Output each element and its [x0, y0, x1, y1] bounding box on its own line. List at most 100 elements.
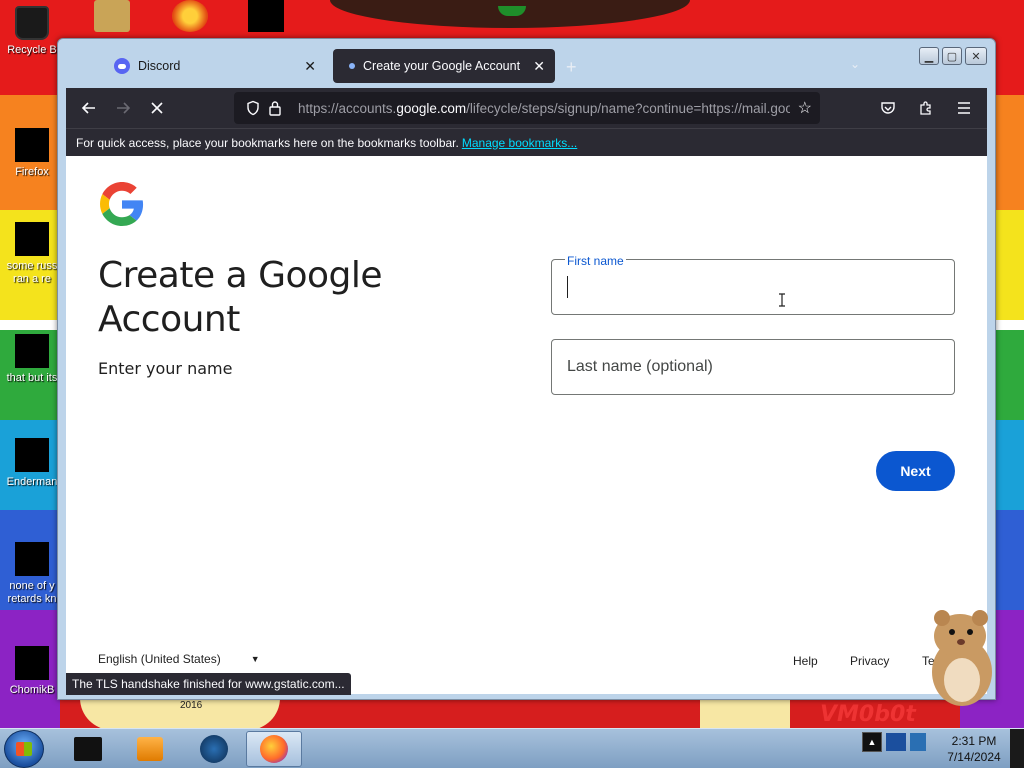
desktop-app-icon-2[interactable] — [248, 0, 284, 32]
close-tab-icon[interactable]: ✕ — [533, 58, 545, 75]
privacy-link[interactable]: Privacy — [850, 654, 889, 668]
network-icon[interactable] — [886, 733, 906, 751]
wallpaper-watermark: VM0b0t — [820, 702, 916, 727]
start-button[interactable] — [4, 730, 44, 768]
url-text: https://accounts.google.com/lifecycle/st… — [298, 100, 790, 116]
file-icon — [15, 334, 49, 368]
desktop-icon-label: some russ ran a re — [6, 260, 58, 285]
page-content: Create a Google Account Enter your name … — [66, 156, 987, 694]
back-arrow-icon — [81, 102, 95, 114]
desktop-icon-file-2[interactable]: that but its — [0, 334, 64, 385]
maximize-button[interactable]: ▢ — [942, 47, 962, 65]
recycle-bin-icon — [15, 6, 49, 40]
close-window-button[interactable]: ✕ — [965, 47, 987, 65]
text-caret — [567, 276, 568, 298]
desktop-icon-label: Firefox — [15, 166, 49, 178]
show-desktop-button[interactable] — [1010, 729, 1024, 768]
desktop-icon-file-3[interactable]: none of y retards kn — [0, 542, 64, 606]
taskbar-media-player[interactable] — [122, 731, 178, 767]
menu-button[interactable] — [947, 92, 981, 124]
taskbar-firefox[interactable] — [246, 731, 302, 767]
taskbar-app-3[interactable] — [186, 731, 242, 767]
manage-bookmarks-link[interactable]: Manage bookmarks... — [462, 136, 577, 150]
taskbar: ▲ 2:31 PM 7/14/2024 — [0, 728, 1024, 768]
media-player-icon — [137, 737, 163, 761]
program-icon — [15, 438, 49, 472]
close-tab-icon[interactable]: ✕ — [304, 58, 316, 75]
file-icon — [15, 542, 49, 576]
list-tabs-chevron-icon[interactable]: ⌄ — [850, 57, 860, 71]
forward-arrow-icon — [117, 102, 131, 114]
status-bar: The TLS handshake finished for www.gstat… — [66, 673, 351, 695]
desktop-icon-chomik[interactable]: ChomikB — [0, 646, 64, 697]
firefox-icon — [15, 128, 49, 162]
volume-icon[interactable] — [910, 733, 926, 751]
bookmarks-toolbar: For quick access, place your bookmarks h… — [66, 128, 987, 156]
app-icon — [74, 737, 102, 761]
bookmarks-hint: For quick access, place your bookmarks h… — [76, 135, 459, 150]
next-button[interactable]: Next — [876, 451, 955, 491]
system-tray: ▲ — [862, 732, 926, 752]
tab-title: Create your Google Account — [363, 59, 521, 73]
page-title: Create a Google Account — [98, 255, 383, 340]
taskbar-app-1[interactable] — [60, 731, 116, 767]
bookmark-star-icon[interactable]: ☆ — [798, 98, 812, 118]
tab-title: Discord — [138, 59, 181, 73]
desktop-icon-recycle-bin[interactable]: Recycle B — [0, 6, 64, 57]
help-link[interactable]: Help — [793, 654, 818, 668]
forward-button[interactable] — [106, 92, 140, 124]
tab-google-account[interactable]: Create your Google Account ✕ — [333, 49, 555, 83]
desktop-app-icon[interactable] — [172, 0, 208, 32]
clock-time: 2:31 PM — [951, 734, 997, 748]
desktop-icon-label: Enderman — [6, 476, 58, 488]
wallpaper-bottom-art: 2016 VM0b0t — [60, 698, 960, 730]
google-logo-icon — [100, 182, 144, 226]
address-bar[interactable]: https://accounts.google.com/lifecycle/st… — [234, 92, 820, 124]
puzzle-icon — [920, 101, 931, 115]
dropdown-arrow-icon: ▼ — [250, 654, 260, 664]
first-name-field[interactable]: First name — [551, 255, 955, 315]
tray-expand-icon[interactable]: ▲ — [862, 732, 882, 752]
tracking-protection-shield-icon[interactable] — [242, 100, 264, 116]
back-button[interactable] — [72, 92, 106, 124]
hamburger-menu-icon — [958, 102, 970, 114]
tab-discord[interactable]: Discord ✕ — [104, 49, 326, 83]
discord-icon — [114, 58, 130, 74]
last-name-field[interactable]: Last name (optional) — [551, 339, 955, 395]
loading-icon — [349, 63, 355, 69]
stop-icon — [151, 102, 163, 114]
browser-window: Discord ✕ Create your Google Account ✕ +… — [57, 38, 996, 700]
toolbar-right — [871, 92, 981, 124]
language-label: English (United States) — [98, 652, 221, 666]
desktop-icon-file-1[interactable]: some russ ran a re — [0, 222, 64, 286]
desktop-icon-label: ChomikB — [9, 684, 55, 696]
desktop-icon-label: that but its — [6, 372, 58, 384]
new-tab-button[interactable]: + — [566, 57, 577, 78]
desktop-folder-icon[interactable] — [94, 0, 130, 32]
stop-loading-button[interactable] — [140, 92, 174, 124]
ibeam-cursor-icon — [779, 293, 785, 307]
nav-toolbar: https://accounts.google.com/lifecycle/st… — [66, 88, 987, 128]
wallpaper-year: 2016 — [180, 700, 203, 711]
pocket-icon — [881, 102, 895, 114]
desktop-icon-label: Recycle B — [7, 44, 57, 56]
tab-strip: Discord ✕ Create your Google Account ✕ +… — [58, 39, 995, 87]
minimize-button[interactable]: ▁ — [919, 47, 939, 65]
system-clock[interactable]: 2:31 PM 7/14/2024 — [940, 733, 1008, 765]
firefox-icon — [260, 735, 288, 763]
desktop-icon-label: none of y retards kn — [7, 580, 57, 605]
window-controls: ▁ ▢ ✕ — [919, 47, 987, 65]
extensions-button[interactable] — [909, 92, 943, 124]
lock-icon[interactable] — [264, 100, 286, 116]
hamster-desktop-pet[interactable] — [918, 604, 1008, 708]
page-subtitle: Enter your name — [98, 359, 233, 378]
first-name-label: First name — [565, 254, 626, 268]
desktop-icon-enderman[interactable]: Enderman — [0, 438, 64, 489]
file-icon — [15, 222, 49, 256]
clock-date: 7/14/2024 — [947, 750, 1001, 764]
desktop-icon-firefox[interactable]: Firefox — [0, 128, 64, 179]
language-selector[interactable]: English (United States) ▼ — [98, 652, 260, 666]
pocket-button[interactable] — [871, 92, 905, 124]
program-icon — [15, 646, 49, 680]
app-icon — [200, 735, 228, 763]
